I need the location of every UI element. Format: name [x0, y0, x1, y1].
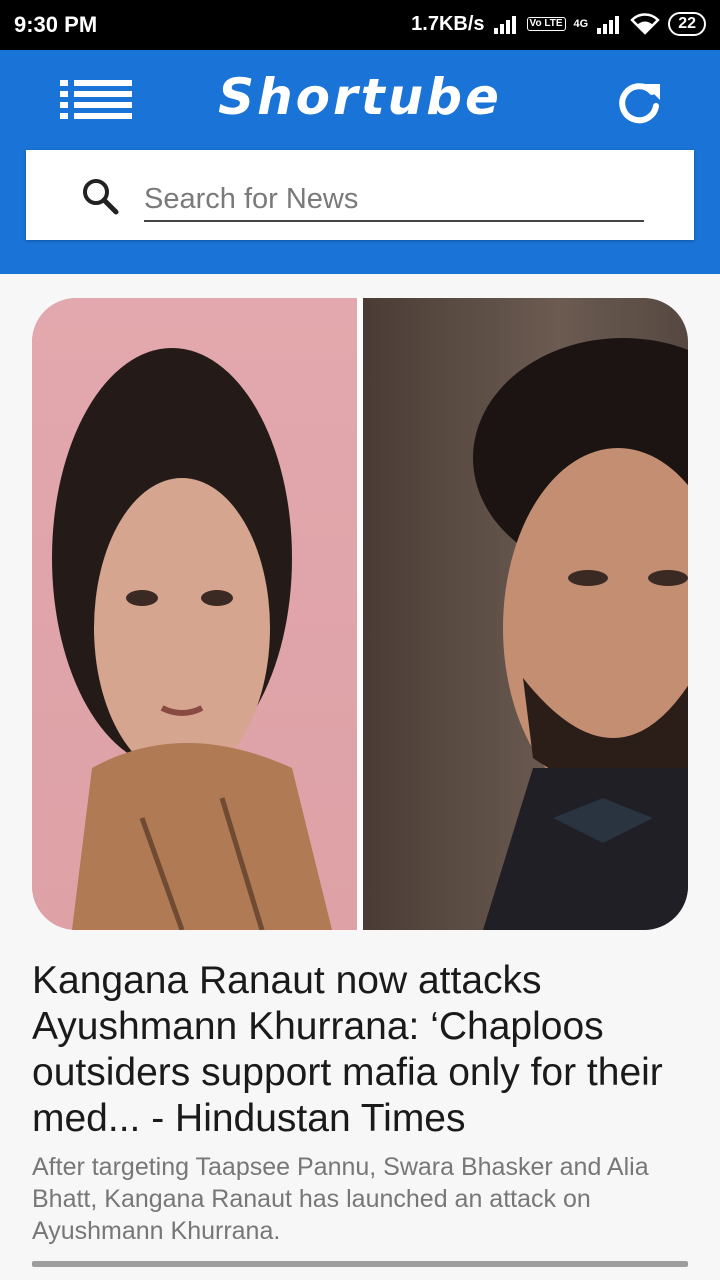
article-image[interactable]	[32, 298, 688, 930]
search-bar	[26, 150, 694, 240]
status-icons: 1.7KB/s Vo LTE 4G 22	[411, 12, 706, 36]
network-type: 4G	[573, 18, 589, 30]
article-headline[interactable]: Kangana Ranaut now attacks Ayushmann Khu…	[32, 958, 692, 1142]
card-divider	[32, 1261, 688, 1267]
article-photo-left	[32, 298, 357, 930]
app-bar: Shortube	[0, 50, 720, 274]
volte-badge: Vo LTE	[526, 17, 566, 31]
signal-strength-icon-2	[597, 16, 620, 34]
status-time: 9:30 PM	[14, 12, 98, 37]
app-title: Shortube	[218, 68, 502, 126]
status-bar: 9:30 PM 1.7KB/s Vo LTE 4G 22	[0, 0, 720, 50]
battery-indicator: 22	[668, 12, 706, 36]
portrait-right-illustration	[473, 338, 688, 930]
portrait-left-illustration	[52, 348, 332, 930]
article-photo-right	[363, 298, 688, 930]
article-summary: After targeting Taapsee Pannu, Swara Bha…	[32, 1153, 649, 1245]
refresh-icon[interactable]	[614, 78, 664, 128]
network-speed: 1.7KB/s	[411, 12, 485, 35]
signal-strength-icon	[493, 16, 516, 34]
search-input[interactable]	[144, 170, 644, 222]
search-icon[interactable]	[80, 176, 120, 216]
wifi-icon	[630, 13, 660, 35]
